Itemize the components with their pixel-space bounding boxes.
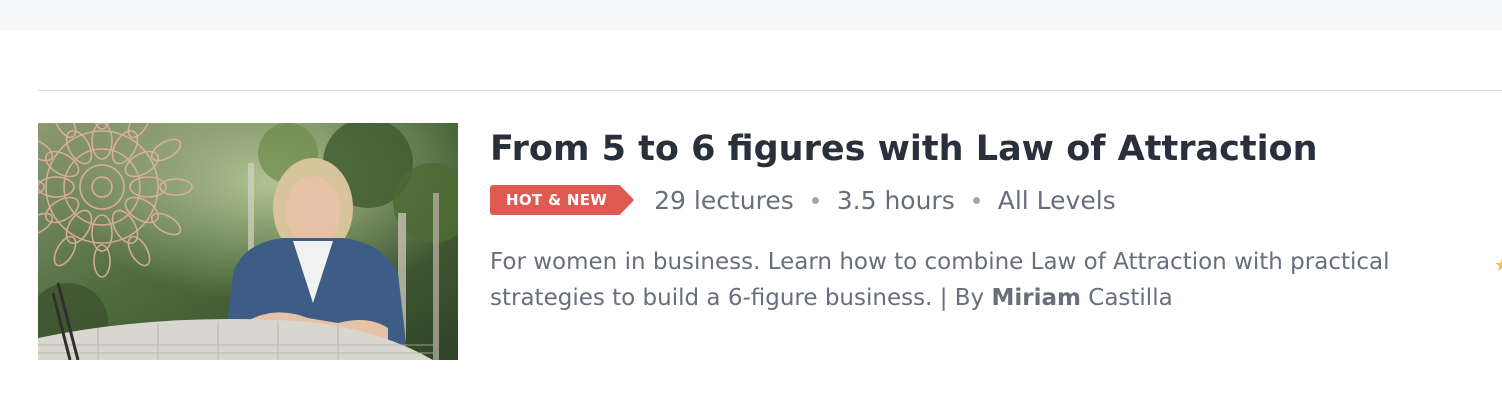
lecture-count: 29 lectures [654, 185, 794, 215]
course-headline: For women in business. Learn how to comb… [490, 249, 1390, 311]
divider [38, 90, 1502, 91]
top-bar [0, 0, 1502, 30]
instructor-last-name[interactable]: Castilla [1081, 285, 1172, 311]
bullet-dot-icon [972, 196, 980, 204]
course-duration: 3.5 hours [836, 185, 955, 215]
thumbnail-image [38, 123, 458, 360]
course-card[interactable]: From 5 to 6 figures with Law of Attracti… [38, 123, 1502, 361]
star-icon: ★ [1494, 256, 1502, 276]
bullet-dot-icon [811, 196, 819, 204]
course-description: For women in business. Learn how to comb… [490, 244, 1390, 316]
hot-new-badge: HOT & NEW [490, 185, 635, 215]
course-title[interactable]: From 5 to 6 figures with Law of Attracti… [490, 125, 1318, 173]
course-level: All Levels [997, 185, 1116, 215]
instructor-first-name[interactable]: Miriam [991, 285, 1080, 311]
course-meta: HOT & NEW 29 lectures 3.5 hours All Leve… [490, 185, 1116, 215]
course-thumbnail[interactable] [38, 123, 458, 360]
